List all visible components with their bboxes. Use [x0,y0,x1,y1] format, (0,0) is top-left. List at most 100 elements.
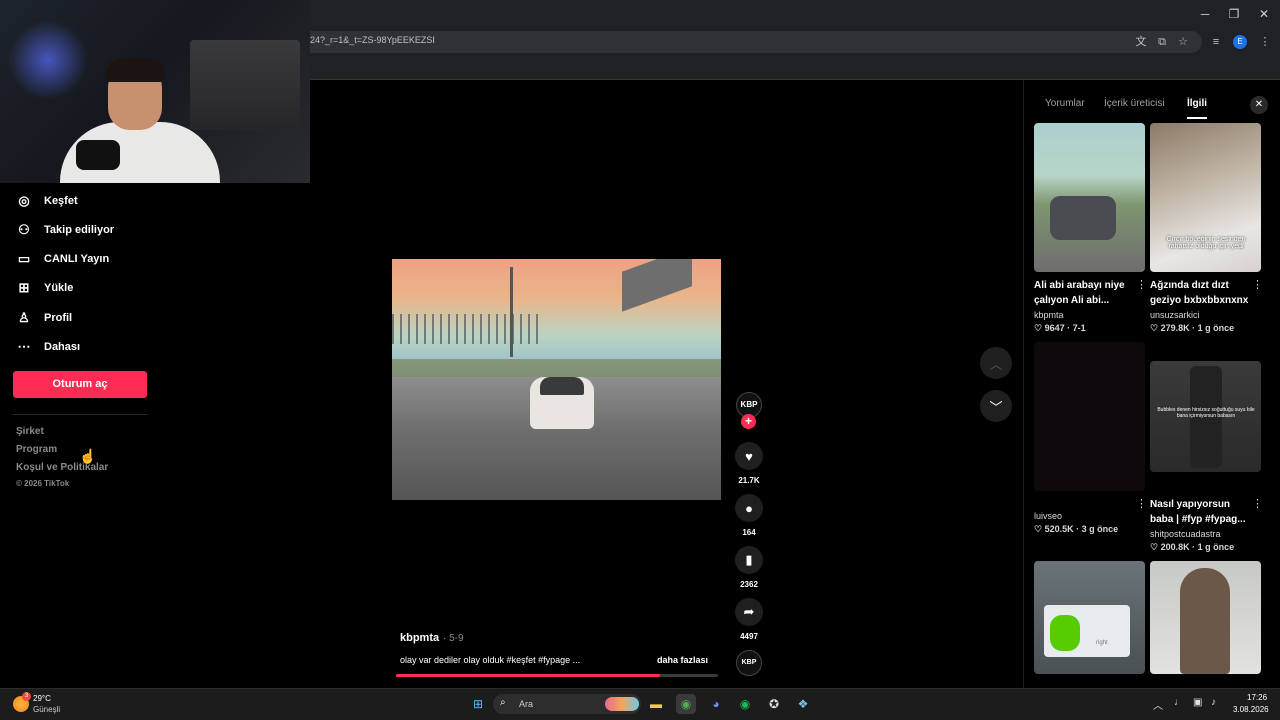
steam-icon[interactable]: ✪ [764,694,784,714]
thumbnail-owl [1050,615,1080,651]
save-count: 2362 [740,580,758,589]
heart-outline-icon: ♡ [1150,323,1161,333]
media-control-icon[interactable]: ≡ [1208,34,1224,50]
address-bar[interactable] [300,31,1202,53]
related-meta-4: ♡ 200.8K · 1 g önce [1150,542,1234,553]
close-window-icon[interactable]: ✕ [1249,4,1279,24]
sidebar-item-following[interactable]: ⚇ Takip ediliyor [16,220,114,240]
compass-icon: ◎ [18,193,30,208]
following-icon: ⚇ [18,222,30,237]
video-caption: olay var dediler olay olduk #keşfet #fyp… [400,655,581,665]
share-count: 4497 [740,632,758,641]
related-title-4[interactable]: Nasıl yapıyorsun baba | #fyp #fypag... [1150,497,1250,527]
bookmark-icon: ▮ [745,552,753,567]
sidebar-item-profile[interactable]: ♙ Profil [16,308,72,328]
more-options-icon[interactable]: ⋮ [1252,278,1263,291]
install-app-icon[interactable]: ⧉ [1154,34,1170,50]
comment-count: 164 [742,528,756,537]
related-author-1[interactable]: kbpmta [1034,310,1064,320]
video-player[interactable] [392,259,721,500]
webcam-overlay [0,0,310,183]
browser-menu-icon[interactable]: ⋮ [1257,34,1273,50]
music-disc[interactable]: KBP [736,650,762,676]
comment-button[interactable]: ● [735,494,763,522]
volume-icon[interactable]: ♪ [1211,697,1216,708]
sidebar-item-live[interactable]: ▭ CANLI Yayın [16,249,109,269]
weather-condition[interactable]: Güneşli [33,705,60,714]
related-meta-3: ♡ 520.5K · 3 g önce [1034,524,1118,535]
comment-icon: ● [745,500,753,516]
close-panel-icon[interactable]: ✕ [1250,96,1268,114]
video-date: · 5-9 [443,633,464,644]
tray-chevron-icon[interactable]: ︿ [1153,697,1163,712]
url-text[interactable]: 24?_r=1&_t=ZS-98YpEEKEZSI [310,35,435,45]
clock-date[interactable]: 3.08.2026 [1233,705,1269,714]
webcam-shelf [190,40,300,130]
related-title-1[interactable]: Ali abi arabayı niye çalıyon Ali abi... [1034,278,1134,308]
network-icon[interactable]: ▣ [1193,697,1202,708]
chrome-icon[interactable]: ◉ [676,694,696,714]
related-likes-4: 200.8K [1160,542,1190,552]
sidebar-item-label: Dahası [44,341,81,353]
weather-temperature[interactable]: 29°C [33,694,51,703]
related-author-4[interactable]: shitpostcuadastra [1150,529,1221,539]
minimize-icon[interactable]: ─ [1190,4,1220,24]
search-label: Ara [519,699,534,709]
related-likes-2: 279.8K [1160,323,1190,333]
thumbnail-overlay-text-5: right [1096,640,1108,646]
clock-time[interactable]: 17:26 [1247,693,1267,702]
upload-icon: ⊞ [18,280,30,295]
related-thumbnail-3[interactable] [1034,342,1145,491]
like-button[interactable]: ♥ [735,442,763,470]
video-author[interactable]: kbpmta [400,632,439,644]
sidebar-item-label: Profil [44,312,73,324]
related-likes-3: 520.5K [1044,524,1074,534]
sidebar-item-upload[interactable]: ⊞ Yükle [16,278,74,298]
next-video-button[interactable]: ﹀ [980,390,1012,422]
more-options-icon[interactable]: ⋮ [1252,497,1263,510]
chevron-down-icon: ﹀ [989,399,1003,415]
tab-comments[interactable]: Yorumlar [1045,98,1085,109]
windows-start-icon[interactable]: ⊞ [468,694,488,714]
related-date-3: 3 g önce [1081,524,1119,534]
like-count: 21.7K [738,476,760,485]
heart-outline-icon: ♡ [1034,323,1045,333]
more-icon: ⋯ [17,339,31,354]
heart-icon: ♥ [745,448,753,464]
save-button[interactable]: ▮ [735,546,763,574]
maximize-icon[interactable]: ❐ [1219,4,1249,24]
heart-outline-icon: ♡ [1150,542,1161,552]
login-button[interactable]: Oturum aç [13,371,147,398]
app-icon[interactable]: ❖ [793,694,813,714]
file-explorer-icon[interactable]: ▬ [646,694,666,714]
follow-plus-icon[interactable]: + [741,414,756,429]
related-author-3[interactable]: luivseo [1034,511,1062,521]
microphone-icon[interactable]: ♩ [1174,697,1184,708]
more-options-icon[interactable]: ⋮ [1136,497,1147,510]
tab-creator[interactable]: İçerik üreticisi [1104,98,1165,109]
weather-badge: 3 [22,692,31,701]
discord-icon[interactable]: ◕ [706,694,726,714]
more-link[interactable]: daha fazlası [657,655,708,665]
sidebar-item-more[interactable]: ⋯ Dahası [16,337,81,357]
more-options-icon[interactable]: ⋮ [1136,278,1147,291]
sidebar-divider [13,414,147,415]
mouse-cursor-icon: ☝ [79,448,97,464]
meta-separator: · [1189,323,1198,333]
footer-link-program[interactable]: Program [16,444,57,455]
meta-separator: · [1073,524,1082,534]
previous-video-button[interactable]: ︿ [980,347,1012,379]
profile-icon: ♙ [18,310,30,325]
spotify-icon[interactable]: ◉ [735,694,755,714]
meta-separator: · [1064,323,1073,333]
share-button[interactable]: ➦ [735,598,763,626]
related-title-2[interactable]: Ağzında dızt dızt geziyo bxbxbbxnxnx [1150,278,1250,308]
bookmark-star-icon[interactable]: ☆ [1175,34,1191,50]
footer-link-company[interactable]: Şirket [16,426,44,437]
related-author-2[interactable]: unsuzsarkici [1150,310,1200,320]
profile-avatar[interactable]: E [1233,35,1247,49]
translate-icon[interactable]: 文 [1133,34,1149,50]
tab-related[interactable]: İlgili [1187,98,1207,109]
video-fence [392,314,542,344]
sidebar-item-explore[interactable]: ◎ Keşfet [16,191,77,211]
